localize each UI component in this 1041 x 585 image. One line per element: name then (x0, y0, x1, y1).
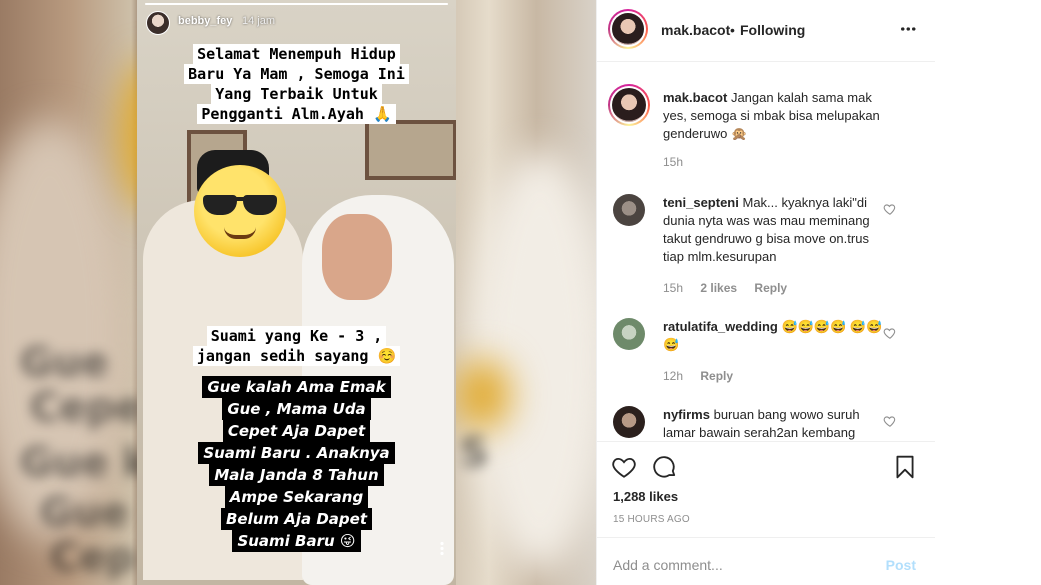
blurred-text: Gue k (20, 440, 149, 486)
likes-count[interactable]: 1,288 likes (613, 489, 678, 504)
comment-meta: 15h 2 likes Reply (663, 281, 801, 295)
wall-picture (365, 120, 456, 180)
story-image[interactable]: bebby_fey 14 jam Selamat Menempuh Hidup … (137, 0, 456, 585)
woman-face (322, 214, 392, 300)
reply-button[interactable]: Reply (700, 369, 733, 383)
comment-likes[interactable]: 2 likes (700, 281, 737, 295)
blurred-text: Gue (40, 490, 129, 536)
comment-time[interactable]: 12h (663, 369, 683, 383)
story-caption-bottom: Gue kalah Ama Emak Gue , Mama Uda Cepet … (137, 376, 456, 552)
post-media: Gue Cepe Gue k Gue Cep S bebby_fey 14 ja… (0, 0, 596, 585)
bookmark-icon[interactable] (892, 454, 918, 480)
comment-username[interactable]: ratulatifa_wedding (663, 319, 778, 334)
separator-dot: • (730, 22, 735, 38)
post-timestamp: 15 HOURS AGO (613, 514, 690, 525)
caption-line: Belum Aja Dapet (220, 508, 373, 530)
story-caption-top: Selamat Menempuh Hidup Baru Ya Mam , Sem… (137, 44, 456, 124)
commenter-avatar[interactable] (613, 318, 645, 350)
blurred-text: S (460, 430, 489, 476)
caption-line: Selamat Menempuh Hidup (193, 44, 400, 64)
add-comment-bar: Add a comment... Post (597, 537, 936, 585)
blurred-text: Cepe (30, 385, 143, 431)
author-username[interactable]: mak.bacot (661, 22, 730, 38)
commenter-avatar[interactable] (613, 406, 645, 438)
comment-meta: 12h Reply (663, 369, 747, 383)
post-comment-button[interactable]: Post (886, 557, 916, 573)
commenter-avatar[interactable] (613, 194, 645, 226)
blurred-text: Gue (20, 340, 109, 386)
comments-list[interactable]: mak.bacot Jangan kalah sama mak yes, sem… (597, 63, 936, 441)
story-username[interactable]: bebby_fey (178, 15, 232, 27)
comment-meta: 15h (663, 155, 697, 169)
caption-line: Yang Terbaik Untuk (211, 84, 382, 104)
caption-line: Suami Baru 😜 (232, 530, 361, 552)
story-caption-mid: Suami yang Ke - 3 , jangan sedih sayang … (137, 326, 456, 366)
caption-line: Suami Baru . Anaknya (198, 442, 395, 464)
comment-time[interactable]: 15h (663, 281, 683, 295)
blurred-emoji-right (455, 360, 510, 430)
comment-username[interactable]: mak.bacot (663, 90, 727, 105)
caption-line: Cepet Aja Dapet (222, 420, 371, 442)
comment-text: ratulatifa_wedding 😅😅😅😅 😅😅😅 (663, 318, 893, 354)
caption-line: Mala Janda 8 Tahun (209, 464, 384, 486)
comment-time[interactable]: 15h (663, 155, 683, 169)
commenter-avatar[interactable] (608, 84, 650, 126)
story-more-icon[interactable] (440, 541, 444, 555)
comment-text: nyfirms buruan bang wowo suruh lamar baw… (663, 406, 893, 441)
caption-line: Gue kalah Ama Emak (202, 376, 391, 398)
author-avatar[interactable] (608, 9, 648, 49)
page-background (935, 0, 1041, 585)
post-header: mak.bacot • Following (597, 0, 936, 62)
reply-button[interactable]: Reply (754, 281, 787, 295)
comment-text: mak.bacot Jangan kalah sama mak yes, sem… (663, 89, 893, 143)
like-heart-icon[interactable] (611, 454, 637, 480)
sunglasses-emoji-icon (194, 165, 286, 257)
comment-like-heart-icon[interactable] (883, 414, 897, 428)
caption-line: Baru Ya Mam , Semoga Ini (184, 64, 409, 84)
comment-like-heart-icon[interactable] (883, 202, 897, 216)
caption-line: Gue , Mama Uda (222, 398, 371, 420)
blurred-text: Cep (50, 535, 136, 581)
story-time: 14 jam (242, 15, 276, 27)
comment-username[interactable]: nyfirms (663, 407, 710, 422)
caption-line: jangan sedih sayang ☺️ (192, 346, 401, 366)
add-comment-input[interactable]: Add a comment... (613, 557, 723, 573)
caption-line: Pengganti Alm.Ayah 🙏 (197, 104, 396, 124)
comment-text: teni_septeni Mak... kyaknya laki"di duni… (663, 194, 893, 266)
more-options-icon[interactable] (900, 27, 916, 31)
comment-like-heart-icon[interactable] (883, 326, 897, 340)
comment-username[interactable]: teni_septeni (663, 195, 739, 210)
post-actions: 1,288 likes 15 HOURS AGO (597, 441, 936, 537)
following-button[interactable]: Following (740, 22, 805, 38)
post-sidebar: mak.bacot • Following mak.bacot Jangan k… (596, 0, 936, 585)
caption-line: Ampe Sekarang (224, 486, 369, 508)
story-progress-bar (145, 3, 448, 5)
story-avatar[interactable] (146, 11, 170, 35)
comment-bubble-icon[interactable] (652, 454, 678, 480)
caption-line: Suami yang Ke - 3 , (206, 326, 387, 346)
